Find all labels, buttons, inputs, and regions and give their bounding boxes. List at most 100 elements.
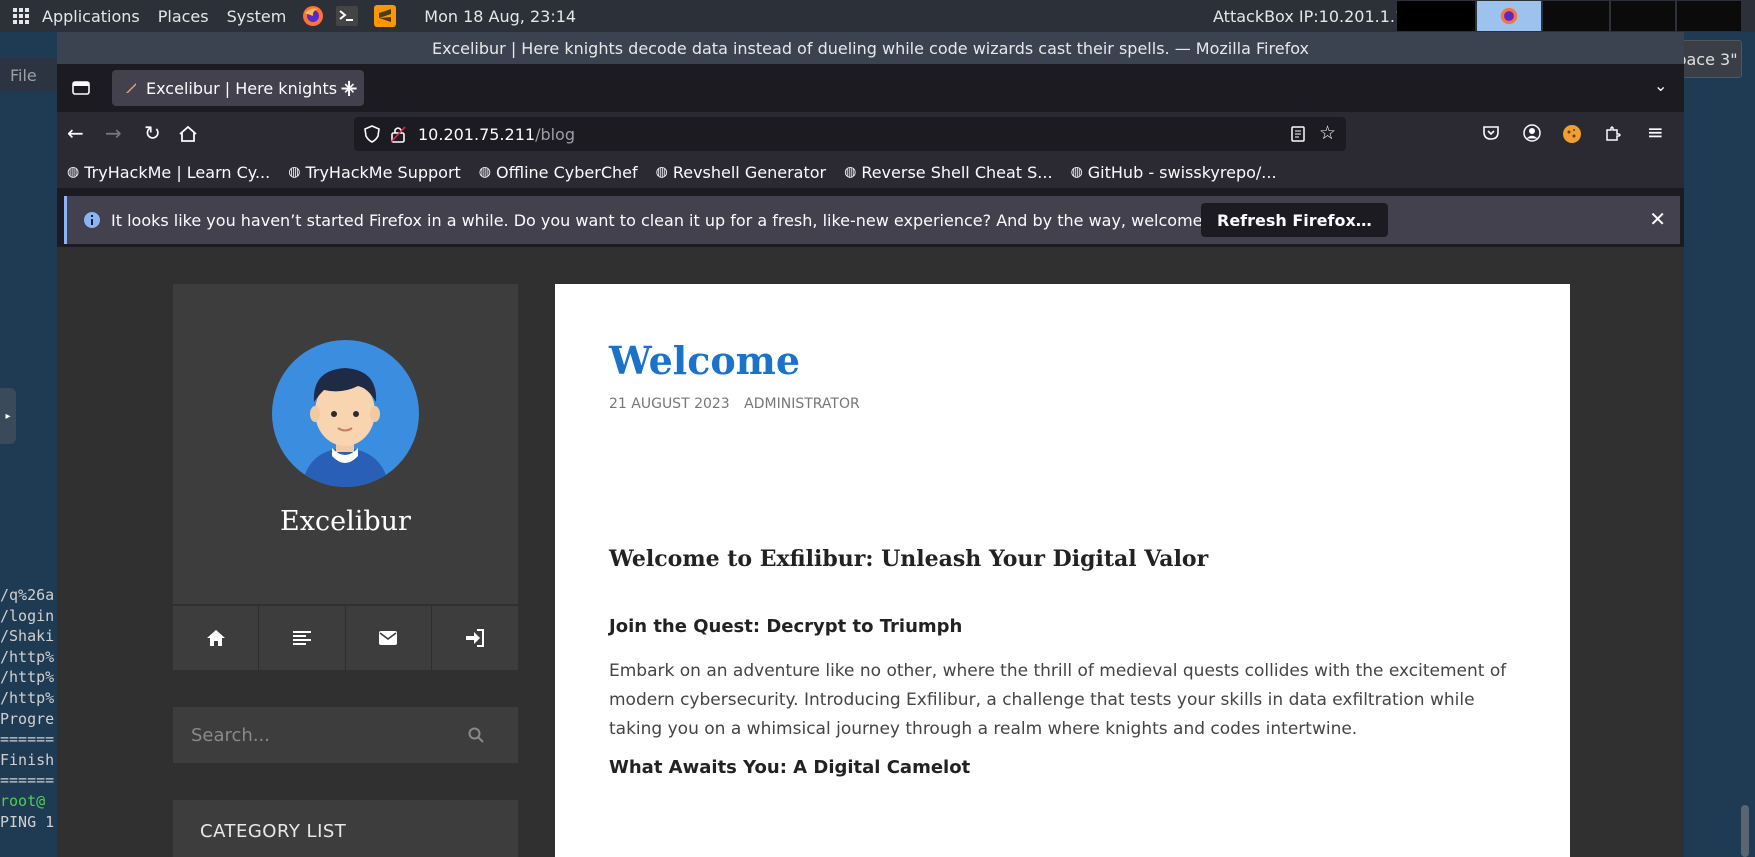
firefox-workspace-icon — [1500, 7, 1518, 25]
account-icon[interactable] — [1523, 124, 1541, 142]
nav-contact-button[interactable] — [345, 606, 432, 670]
site-name[interactable]: Excelibur — [173, 506, 518, 537]
category-list-heading: CATEGORY LIST — [200, 821, 347, 842]
terminal-launcher-icon[interactable] — [336, 6, 359, 26]
post-heading: Welcome to Exfilibur: Unleash Your Digit… — [609, 546, 1209, 572]
applications-menu[interactable]: Applications — [42, 7, 140, 26]
avatar — [272, 340, 419, 487]
workspace-switcher-4[interactable] — [1677, 1, 1741, 31]
workspace-switcher-2[interactable] — [1543, 1, 1609, 31]
reload-icon[interactable]: ↻ — [144, 121, 161, 145]
bookmark-label: Offline CyberChef — [496, 162, 638, 182]
globe-icon: ◍ — [844, 164, 857, 180]
blog-post: Welcome 21 AUGUST 2023 ADMINISTRATOR Wel… — [555, 284, 1570, 857]
terminal-line: ====== — [0, 730, 55, 749]
globe-icon: ◍ — [1070, 164, 1083, 180]
terminal-file-menu[interactable]: File — [10, 66, 37, 85]
refresh-firefox-button[interactable]: Refresh Firefox… — [1201, 203, 1388, 237]
list-all-tabs-chevron-icon[interactable]: ⌄ — [1654, 76, 1667, 95]
post-subheading-quest: Join the Quest: Decrypt to Triumph — [609, 616, 963, 637]
bookmark-item[interactable]: ◍ Reverse Shell Cheat S... — [844, 163, 1052, 182]
places-menu[interactable]: Places — [158, 7, 209, 26]
tab-strip: Excelibur | Here knights d ✕ + ⌄ — [57, 64, 1684, 112]
globe-icon: ◍ — [655, 164, 668, 180]
post-subheading-camelot: What Awaits You: A Digital Camelot — [609, 757, 971, 778]
reader-view-icon[interactable] — [1290, 126, 1306, 142]
home-icon — [206, 630, 225, 646]
apps-grid-icon[interactable] — [12, 7, 30, 25]
tab-title: Excelibur | Here knights d — [146, 78, 343, 98]
cookie-extension-icon[interactable] — [1562, 124, 1582, 144]
forward-arrow-icon[interactable]: → — [105, 121, 122, 145]
terminal-line: /q%26a — [0, 586, 55, 604]
nav-list-button[interactable] — [259, 606, 346, 670]
globe-icon: ◍ — [67, 164, 80, 180]
bookmark-item[interactable]: ◍ TryHackMe | Learn Cy... — [67, 163, 270, 182]
firefox-view-icon[interactable] — [71, 78, 91, 98]
extensions-puzzle-icon[interactable] — [1604, 124, 1622, 142]
bookmark-label: TryHackMe | Learn Cy... — [84, 162, 271, 182]
terminal-output: /q%26a/login/Shaki/http%/http%/http% Prog… — [0, 585, 60, 832]
desktop-top-panel: Applications Places System Mon 18 Aug, 2… — [0, 0, 1755, 32]
terminal-line: PING 1 — [0, 812, 55, 831]
globe-icon: ◍ — [478, 164, 492, 180]
bookmark-item[interactable]: ◍ GitHub - swisskyrepo/... — [1071, 163, 1277, 182]
list-lines-icon — [292, 631, 311, 645]
page-viewport: Excelibur Search... CATEGORY LIST Welcom… — [57, 247, 1684, 857]
pocket-icon[interactable] — [1482, 125, 1500, 141]
new-tab-button[interactable]: + — [339, 74, 359, 102]
avatar-illustration-icon — [302, 368, 389, 487]
terminal-line: /login — [0, 606, 55, 625]
attackbox-ip: AttackBox IP:10.201.1.1 — [1213, 6, 1406, 26]
back-arrow-icon[interactable]: ← — [67, 121, 84, 145]
category-list-widget: CATEGORY LIST — [173, 800, 518, 857]
window-titlebar[interactable]: Excelibur | Here knights decode data ins… — [57, 32, 1684, 64]
terminal-line: root@ — [0, 791, 46, 810]
app-menu-hamburger-icon[interactable]: ≡ — [1647, 120, 1664, 144]
url-bar[interactable]: 10.201.75.211 /blog ☆ — [354, 117, 1346, 151]
refresh-firefox-notification: It looks like you haven’t started Firefo… — [64, 196, 1680, 244]
terminal-menubar: File — [0, 58, 57, 92]
post-date[interactable]: 21 AUGUST 2023 — [609, 396, 730, 412]
close-notification-icon[interactable]: ✕ — [1649, 207, 1666, 231]
nav-home-button[interactable] — [173, 606, 260, 670]
bookmark-label: Revshell Generator — [672, 162, 827, 182]
datetime-clock[interactable]: Mon 18 Aug, 23:14 — [424, 7, 576, 26]
active-tab[interactable]: Excelibur | Here knights d ✕ — [112, 70, 364, 106]
tracking-shield-icon[interactable] — [364, 125, 380, 143]
sidebar-search: Search... — [173, 707, 518, 763]
navigation-toolbar: ← → ↻ 10.201.75.211 /blog ☆ ≡ — [57, 112, 1684, 156]
sublime-launcher-icon[interactable] — [374, 5, 397, 27]
workspace-switcher-3[interactable] — [1611, 1, 1675, 31]
url-path: /blog — [535, 124, 575, 144]
firefox-launcher-icon[interactable] — [302, 5, 324, 27]
post-title[interactable]: Welcome — [609, 338, 800, 383]
workspace-switcher-1[interactable] — [1477, 1, 1541, 31]
home-icon[interactable] — [178, 124, 198, 144]
search-input[interactable]: Search... — [191, 725, 468, 746]
nav-login-button[interactable] — [431, 606, 518, 670]
sidebar-nav — [173, 606, 518, 670]
globe-icon: ◍ — [288, 164, 301, 180]
post-paragraph: Embark on an adventure like no other, wh… — [609, 661, 1507, 739]
side-drawer-handle[interactable]: ▸ — [0, 388, 16, 444]
bookmark-star-icon[interactable]: ☆ — [1319, 122, 1336, 144]
terminal-line: Finish — [0, 750, 55, 769]
terminal-scrollbar[interactable] — [1741, 805, 1749, 857]
system-monitor-graph — [1397, 1, 1475, 31]
bookmark-item[interactable]: ◍ TryHackMe Support — [288, 163, 461, 182]
notification-text: It looks like you haven’t started Firefo… — [111, 210, 1253, 230]
search-icon[interactable] — [468, 727, 484, 743]
insecure-lock-icon[interactable] — [390, 125, 406, 143]
bookmark-label: TryHackMe Support — [305, 162, 461, 182]
terminal-line: /http% — [0, 647, 55, 666]
sign-in-icon — [465, 629, 484, 647]
bookmark-item[interactable]: ◍ Revshell Generator — [656, 163, 826, 182]
terminal-line: /http% — [0, 668, 55, 687]
system-menu[interactable]: System — [227, 7, 287, 26]
terminal-line: /Shaki — [0, 627, 55, 646]
bookmark-label: Reverse Shell Cheat S... — [861, 162, 1053, 182]
bookmark-item[interactable]: ◍ Offline CyberChef — [479, 163, 638, 182]
envelope-icon — [379, 631, 398, 645]
post-author[interactable]: ADMINISTRATOR — [744, 396, 860, 412]
